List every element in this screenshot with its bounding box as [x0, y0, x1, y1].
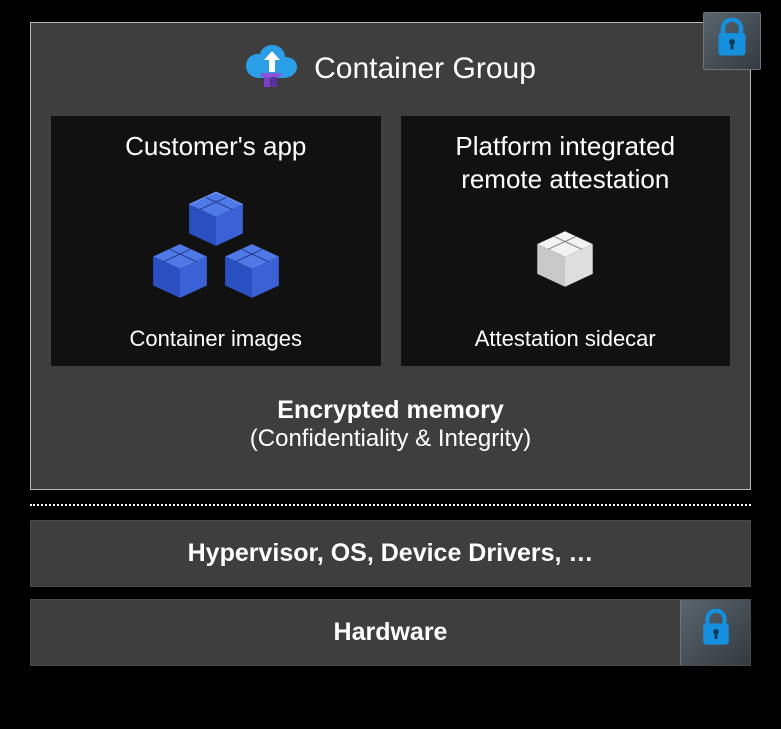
encrypted-memory-title: Encrypted memory	[51, 396, 730, 425]
encrypted-memory-subtitle: (Confidentiality & Integrity)	[51, 425, 730, 453]
hardware-layer: Hardware	[30, 599, 751, 666]
card-title-right: Platform integrated remote attestation	[413, 130, 719, 195]
card-footer-right: Attestation sidecar	[475, 326, 656, 352]
card-title-left: Customer's app	[125, 130, 306, 163]
container-group-header: Container Group	[31, 23, 750, 116]
container-images-icon	[149, 190, 283, 300]
card-customer-app: Customer's app	[51, 116, 381, 366]
hypervisor-label: Hypervisor, OS, Device Drivers, …	[188, 539, 594, 567]
card-attestation: Platform integrated remote attestation A…	[401, 116, 731, 366]
lock-icon	[699, 609, 733, 656]
lock-badge-top	[703, 12, 761, 70]
container-group-title: Container Group	[314, 52, 536, 86]
hypervisor-layer: Hypervisor, OS, Device Drivers, …	[30, 520, 751, 587]
card-footer-left: Container images	[130, 326, 302, 352]
cloud-upload-icon	[245, 43, 299, 94]
attestation-sidecar-icon	[533, 229, 597, 294]
encrypted-memory-row: Encrypted memory (Confidentiality & Inte…	[51, 386, 730, 467]
lock-icon	[713, 18, 751, 65]
lock-badge-hardware	[680, 600, 750, 665]
hardware-label: Hardware	[334, 618, 448, 646]
container-group-panel: Container Group Customer's app	[30, 22, 751, 490]
card-body-right	[533, 207, 597, 316]
card-body-left	[149, 175, 283, 317]
trust-boundary-divider	[30, 504, 751, 506]
